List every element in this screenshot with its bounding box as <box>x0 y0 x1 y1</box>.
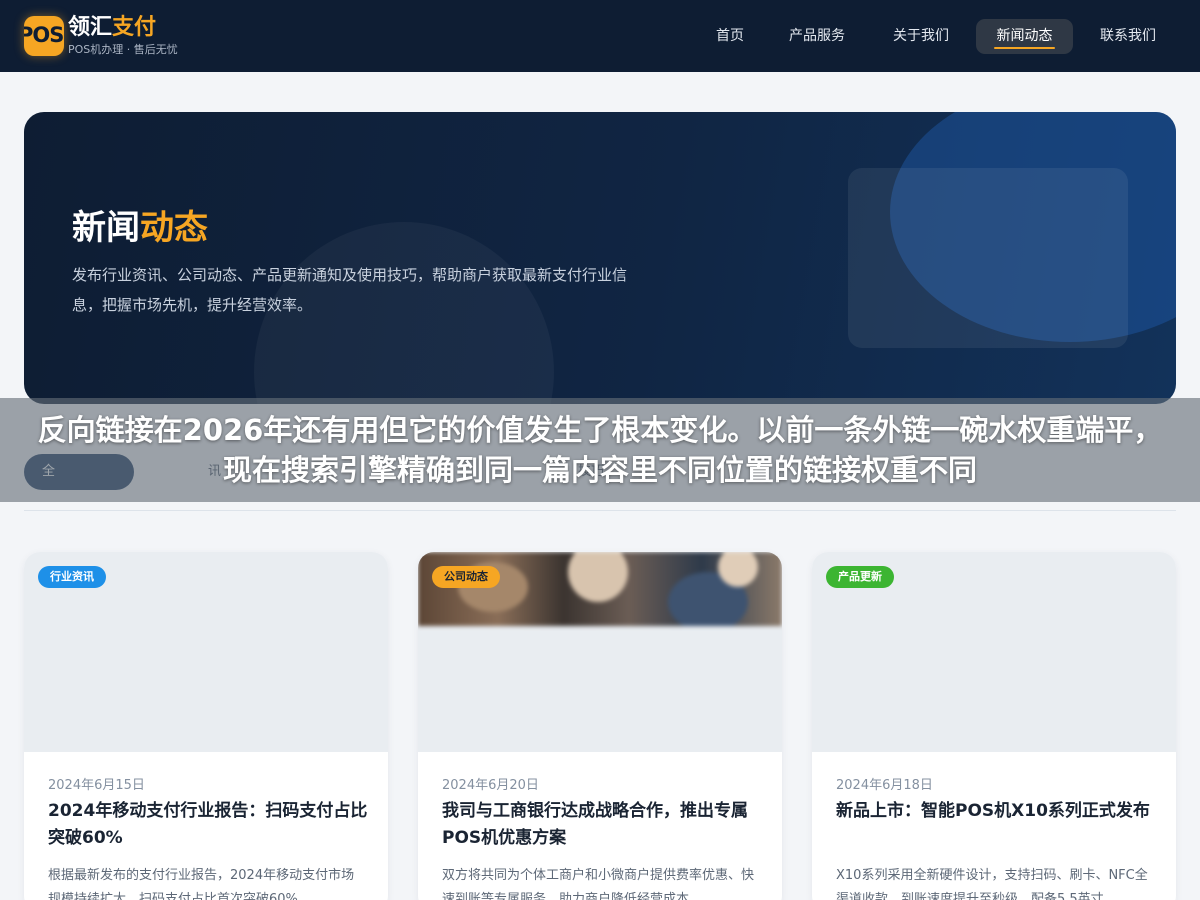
nav-item-news[interactable]: 新闻动态 <box>976 19 1073 54</box>
page-title: 新闻动态 <box>72 200 208 249</box>
logo-text: POS <box>24 23 64 47</box>
nav-item-products[interactable]: 产品服务 <box>772 19 862 54</box>
title-main: 新闻 <box>72 208 140 248</box>
card-excerpt: X10系列采用全新硬件设计，支持扫码、刷卡、NFC全渠道收款，到账速度提升至秒级… <box>836 868 1148 900</box>
brand-main: 领汇 <box>68 15 113 40</box>
card-title[interactable]: 2024年移动支付行业报告：扫码支付占比突破60% <box>48 798 368 852</box>
category-badge: 产品更新 <box>826 566 894 588</box>
card-title[interactable]: 新品上市：智能POS机X10系列正式发布 <box>836 798 1156 825</box>
card-date: 2024年6月15日 <box>48 778 145 793</box>
nav-label: 新闻动态 <box>996 28 1053 44</box>
card-photo <box>418 552 782 626</box>
nav-item-home[interactable]: 首页 <box>700 19 760 54</box>
card-excerpt: 双方将共同为个体工商户和小微商户提供费率优惠、快速到账等专属服务，助力商户降低经… <box>442 868 755 900</box>
news-card[interactable]: 公司动态 2024年6月20日 我司与工商银行达成战略合作，推出专属POS机优惠… <box>418 552 782 900</box>
overlay-text: 反向链接在2026年还有用但它的价值发生了根本变化。以前一条外链一碗水权重端平，… <box>37 413 1163 487</box>
brand-tagline: POS机办理 · 售后无忧 <box>68 43 178 56</box>
card-excerpt: 根据最新发布的支付行业报告，2024年移动支付市场规模持续扩大，扫码支付占比首次… <box>48 868 355 900</box>
card-date: 2024年6月20日 <box>442 778 539 793</box>
hero-description: 发布行业资讯、公司动态、产品更新通知及使用技巧，帮助商户获取最新支付行业信息，把… <box>72 266 628 314</box>
brand-name[interactable]: 领汇支付 <box>68 14 156 42</box>
nav-label: 产品服务 <box>789 28 845 44</box>
brand-accent: 支付 <box>112 15 157 40</box>
nav-item-about[interactable]: 关于我们 <box>876 19 966 54</box>
category-badge: 行业资讯 <box>38 566 106 588</box>
decorative-panel <box>848 168 1128 348</box>
nav-item-contact[interactable]: 联系我们 <box>1083 19 1173 54</box>
active-underline <box>994 47 1055 49</box>
category-badge: 公司动态 <box>432 566 500 588</box>
site-header: POS 领汇支付 POS机办理 · 售后无忧 首页 产品服务 关于我们 新闻动态… <box>0 0 1200 72</box>
card-date: 2024年6月18日 <box>836 778 933 793</box>
hero-banner: 新闻动态 发布行业资讯、公司动态、产品更新通知及使用技巧，帮助商户获取最新支付行… <box>24 112 1176 404</box>
card-title[interactable]: 我司与工商银行达成战略合作，推出专属POS机优惠方案 <box>442 798 762 852</box>
nav-label: 首页 <box>716 28 744 44</box>
overlay-banner: 反向链接在2026年还有用但它的价值发生了根本变化。以前一条外链一碗水权重端平，… <box>0 398 1200 502</box>
logo-icon[interactable]: POS <box>24 16 64 56</box>
title-accent: 动态 <box>140 208 208 248</box>
news-card[interactable]: 行业资讯 2024年6月15日 2024年移动支付行业报告：扫码支付占比突破60… <box>24 552 388 900</box>
news-card[interactable]: 产品更新 2024年6月18日 新品上市：智能POS机X10系列正式发布 X10… <box>812 552 1176 900</box>
nav-label: 联系我们 <box>1100 28 1156 44</box>
nav-label: 关于我们 <box>893 28 949 44</box>
divider <box>24 510 1176 511</box>
